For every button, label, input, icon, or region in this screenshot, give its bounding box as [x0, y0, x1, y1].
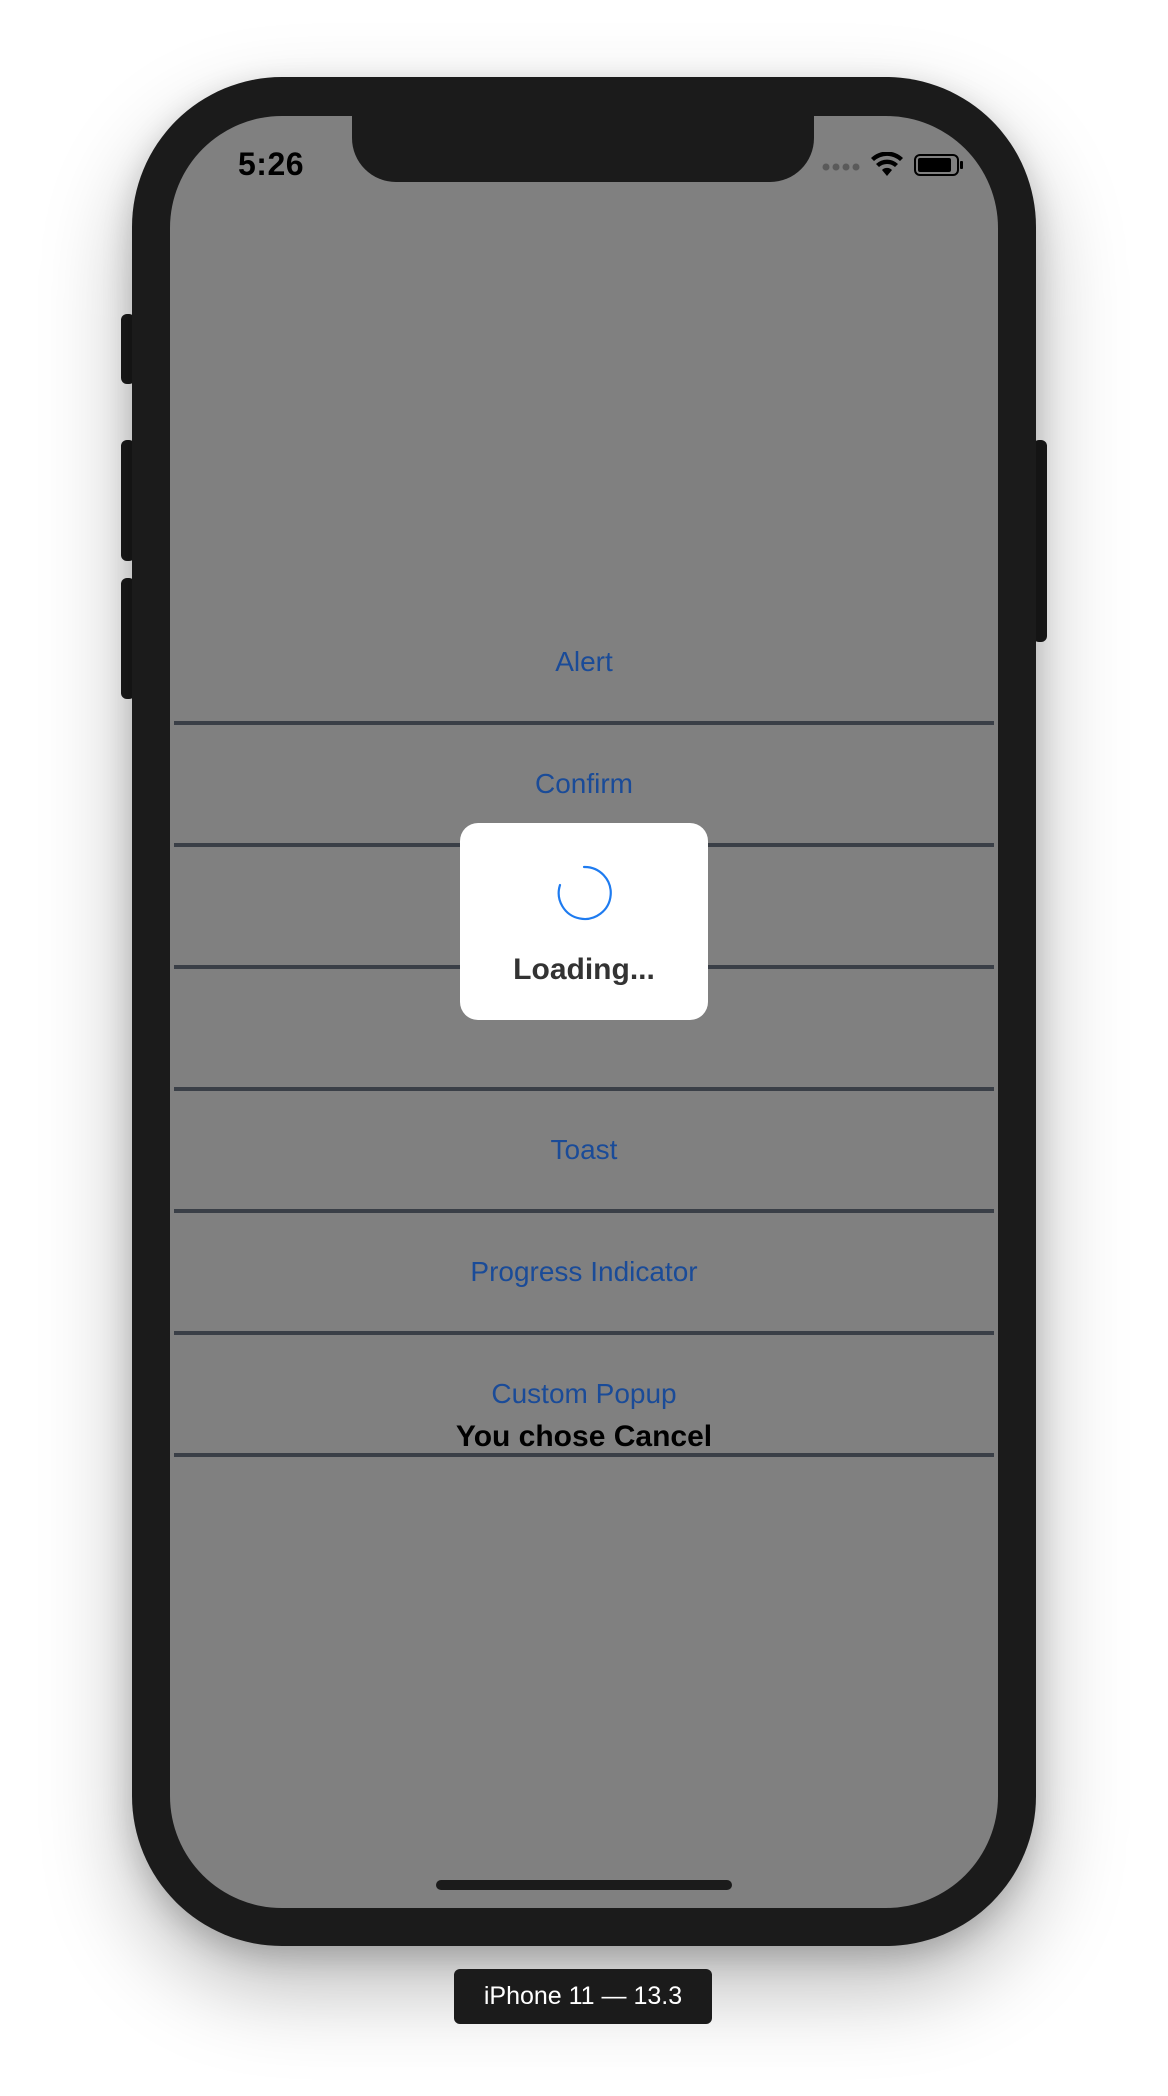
progress-indicator-label: Progress Indicator [470, 1256, 698, 1287]
status-time: 5:26 [238, 146, 305, 182]
signal-dots-icon [822, 159, 860, 177]
progress-indicator-button[interactable]: Progress Indicator [174, 1213, 994, 1335]
spinner-icon [557, 865, 612, 921]
alert-button[interactable]: Alert [174, 603, 994, 725]
app-screen: 5:26 Alert Confirm Toast Progress Indica… [170, 116, 998, 1908]
device-label: iPhone 11 — 13.3 [454, 1969, 712, 2024]
toast-label: Toast [550, 1134, 618, 1165]
result-text: You chose Cancel [455, 1420, 713, 1453]
wifi-icon [870, 151, 904, 183]
toast-button[interactable]: Toast [174, 1091, 994, 1213]
menu-list: Alert Confirm Toast Progress Indicator C… [174, 603, 994, 1457]
alert-label: Alert [555, 646, 613, 677]
loading-dialog: Loading... [460, 823, 708, 1020]
notch [352, 116, 814, 182]
home-indicator[interactable] [436, 1880, 732, 1890]
loading-text: Loading... [513, 953, 655, 986]
custom-popup-label: Custom Popup [491, 1378, 677, 1409]
status-icons [822, 151, 964, 183]
confirm-label: Confirm [534, 768, 633, 799]
battery-icon [914, 153, 964, 182]
